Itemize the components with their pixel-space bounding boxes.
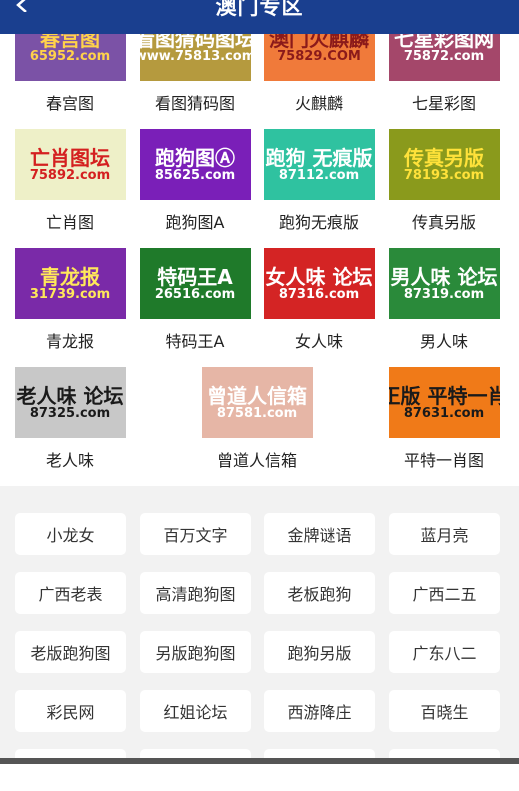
tile-thumbnail[interactable]: 正版 平特一肖 87631.com: [388, 367, 500, 438]
link-button[interactable]: 百万文字: [140, 513, 251, 555]
thumbnail-domain: 85625.com: [154, 167, 236, 183]
app-header: 澳门专区: [0, 0, 519, 34]
thumbnail-title: 正版 平特一肖: [388, 383, 500, 408]
tile-label[interactable]: 男人味: [382, 331, 506, 353]
thumbnail-title: 亡肖图坛: [29, 145, 110, 170]
tile-label[interactable]: 七星彩图: [382, 93, 506, 115]
tile-label[interactable]: 曾道人信箱: [195, 450, 319, 472]
thumbnail-domain: 87319.com: [403, 286, 485, 302]
tile-label[interactable]: 亡肖图: [8, 212, 132, 234]
link-button[interactable]: [389, 749, 500, 791]
tile-label[interactable]: 传真另版: [382, 212, 506, 234]
tile-label[interactable]: 跑狗图A: [133, 212, 257, 234]
thumbnail-title: 跑狗图Ⓐ: [154, 145, 235, 170]
image-tile[interactable]: 男人味 论坛 87319.com 男人味: [382, 248, 506, 353]
tile-thumbnail[interactable]: 女人味 论坛 87316.com: [263, 248, 375, 319]
link-button[interactable]: 跑狗另版: [264, 631, 375, 673]
image-tile[interactable]: 老人味 论坛 87325.com 老人味: [8, 367, 132, 472]
thumbnail-title: 曾道人信箱: [207, 383, 307, 408]
link-button[interactable]: 广东八二: [389, 631, 500, 673]
tile-label[interactable]: 春宫图: [8, 93, 132, 115]
thumbnail-title: 青龙报: [39, 264, 100, 289]
image-tile[interactable]: 亡肖图坛 75892.com 亡肖图: [8, 129, 132, 234]
tile-thumbnail[interactable]: 亡肖图坛 75892.com: [14, 129, 126, 200]
thumbnail-title: 女人味 论坛: [265, 264, 373, 289]
link-button[interactable]: 广西老表: [15, 572, 126, 614]
tile-thumbnail[interactable]: 特码王A 26516.com: [139, 248, 251, 319]
thumbnail-domain: 87581.com: [216, 405, 298, 421]
link-button[interactable]: 蓝月亮: [389, 513, 500, 555]
tile-thumbnail[interactable]: 老人味 论坛 87325.com: [14, 367, 126, 438]
thumbnail-title: 传真另版: [403, 145, 484, 170]
link-button[interactable]: 小龙女: [15, 513, 126, 555]
bottom-edge: [0, 758, 519, 764]
thumbnail-title: 特码王A: [157, 264, 233, 289]
thumbnail-domain: 87631.com: [403, 405, 485, 421]
tile-label[interactable]: 女人味: [257, 331, 381, 353]
thumbnail-domain: 65952.com: [29, 48, 111, 64]
link-button[interactable]: 高清跑狗图: [140, 572, 251, 614]
link-button[interactable]: 老板跑狗: [264, 572, 375, 614]
link-button-panel: 小龙女 百万文字 金牌谜语 蓝月亮广西老表 高清跑狗图 老板跑狗 广西二五老版跑狗图 另版跑狗…: [0, 486, 519, 791]
link-button[interactable]: [264, 749, 375, 791]
image-tile[interactable]: 正版 平特一肖 87631.com 平特一肖图: [382, 367, 506, 472]
link-button[interactable]: [140, 749, 251, 791]
tile-thumbnail[interactable]: 跑狗 无痕版 87112.com: [263, 129, 375, 200]
thumbnail-domain: 75829.COM: [277, 48, 361, 64]
image-tile[interactable]: 跑狗 无痕版 87112.com 跑狗无痕版: [257, 129, 381, 234]
link-button[interactable]: [15, 749, 126, 791]
tile-label[interactable]: 跑狗无痕版: [257, 212, 381, 234]
link-button[interactable]: 红姐论坛: [140, 690, 251, 732]
thumbnail-domain: 87325.com: [29, 405, 111, 421]
tile-thumbnail[interactable]: 传真另版 78193.com: [388, 129, 500, 200]
link-button[interactable]: 金牌谜语: [264, 513, 375, 555]
tile-label[interactable]: 特码王A: [133, 331, 257, 353]
thumbnail-domain: 78193.com: [403, 167, 485, 183]
tile-label[interactable]: 平特一肖图: [382, 450, 506, 472]
link-button[interactable]: 另版跑狗图: [140, 631, 251, 673]
thumbnail-domain: www.75813.com: [139, 48, 251, 64]
image-tile[interactable]: 跑狗图Ⓐ 85625.com 跑狗图A: [133, 129, 257, 234]
link-button[interactable]: 彩民网: [15, 690, 126, 732]
link-button[interactable]: 广西二五: [389, 572, 500, 614]
thumbnail-domain: 26516.com: [154, 286, 236, 302]
tile-thumbnail[interactable]: 曾道人信箱 87581.com: [201, 367, 313, 438]
thumbnail-domain: 87316.com: [278, 286, 360, 302]
image-tile[interactable]: 传真另版 78193.com 传真另版: [382, 129, 506, 234]
thumbnail-domain: 87112.com: [278, 167, 360, 183]
tile-label[interactable]: 老人味: [8, 450, 132, 472]
link-button[interactable]: 老版跑狗图: [15, 631, 126, 673]
image-tile[interactable]: 曾道人信箱 87581.com 曾道人信箱: [195, 367, 319, 472]
page-title: 澳门专区: [215, 0, 304, 19]
tile-thumbnail[interactable]: 跑狗图Ⓐ 85625.com: [139, 129, 251, 200]
thumbnail-title: 男人味 论坛: [390, 264, 498, 289]
link-button[interactable]: 百晓生: [389, 690, 500, 732]
tile-label[interactable]: 青龙报: [8, 331, 132, 353]
thumbnail-title: 跑狗 无痕版: [265, 145, 373, 170]
tile-thumbnail[interactable]: 男人味 论坛 87319.com: [388, 248, 500, 319]
tile-label[interactable]: 火麒麟: [257, 93, 381, 115]
tile-thumbnail[interactable]: 青龙报 31739.com: [14, 248, 126, 319]
image-tile[interactable]: 女人味 论坛 87316.com 女人味: [257, 248, 381, 353]
thumbnail-domain: 31739.com: [29, 286, 111, 302]
link-button[interactable]: 西游降庄: [264, 690, 375, 732]
tile-label[interactable]: 看图猜码图: [133, 93, 257, 115]
thumbnail-domain: 75892.com: [29, 167, 111, 183]
image-tile[interactable]: 青龙报 31739.com 青龙报: [8, 248, 132, 353]
image-tile[interactable]: 特码王A 26516.com 特码王A: [133, 248, 257, 353]
thumbnail-title: 老人味 论坛: [16, 383, 124, 408]
thumbnail-domain: 75872.com: [403, 48, 485, 64]
